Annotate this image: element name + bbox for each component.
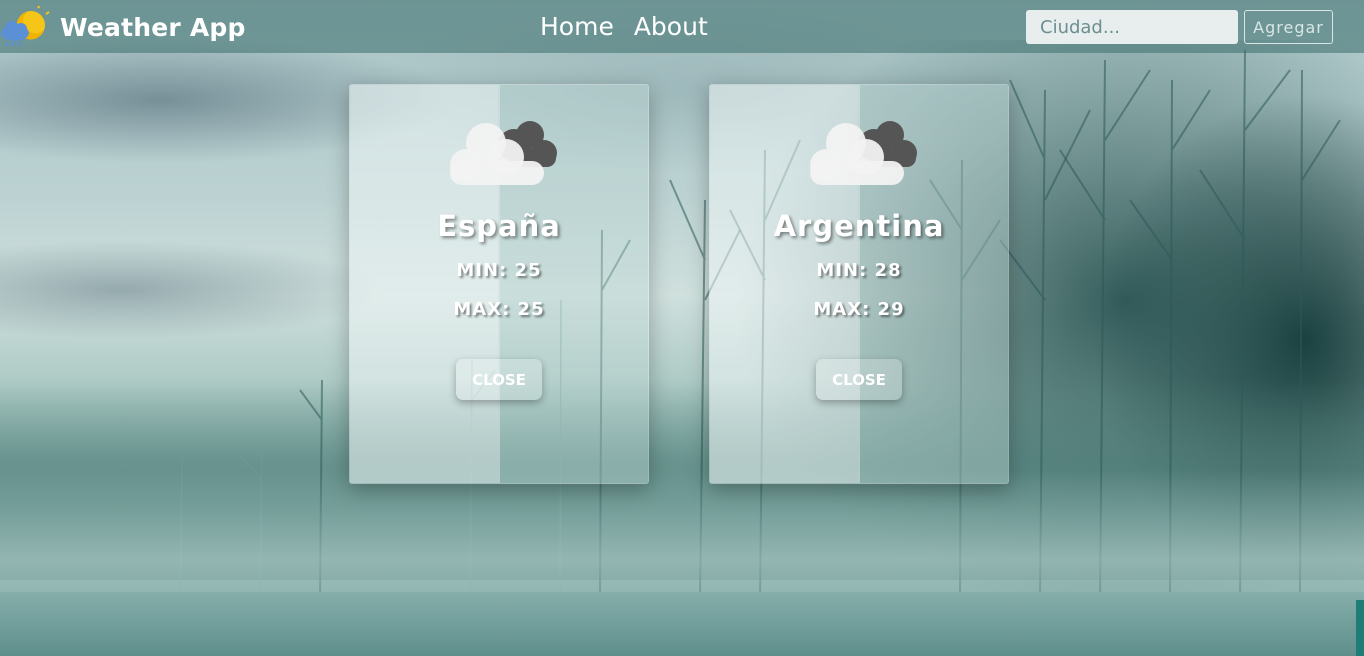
nav-links: Home About (540, 12, 708, 41)
cloud-icon (448, 115, 562, 187)
card-city-name: España (437, 209, 561, 243)
lake-water (0, 592, 1364, 656)
card-city-name: Argentina (773, 209, 945, 243)
card-max-temp: MAX: 29 (813, 299, 905, 320)
weather-card: Argentina MIN: 28 MAX: 29 CLOSE (709, 84, 1009, 484)
cloud-icon (808, 115, 922, 187)
close-card-button[interactable]: CLOSE (456, 359, 542, 400)
card-max-temp: MAX: 25 (453, 299, 545, 320)
nav-link-home[interactable]: Home (540, 12, 614, 41)
app-title: Weather App (60, 12, 246, 42)
weather-card: España MIN: 25 MAX: 25 CLOSE (349, 84, 649, 484)
card-min-temp: MIN: 28 (816, 260, 902, 281)
nav-link-about[interactable]: About (634, 12, 708, 41)
card-min-temp: MIN: 25 (456, 260, 542, 281)
background-scene (0, 0, 1364, 656)
city-search-input[interactable] (1026, 10, 1238, 44)
weather-logo-icon (0, 4, 50, 48)
scrollbar-edge (1356, 600, 1364, 656)
add-city-button[interactable]: Agregar (1244, 10, 1333, 44)
brand[interactable]: Weather App (0, 4, 246, 48)
navbar: Weather App Home About Agregar (0, 0, 1364, 53)
close-card-button[interactable]: CLOSE (816, 359, 902, 400)
